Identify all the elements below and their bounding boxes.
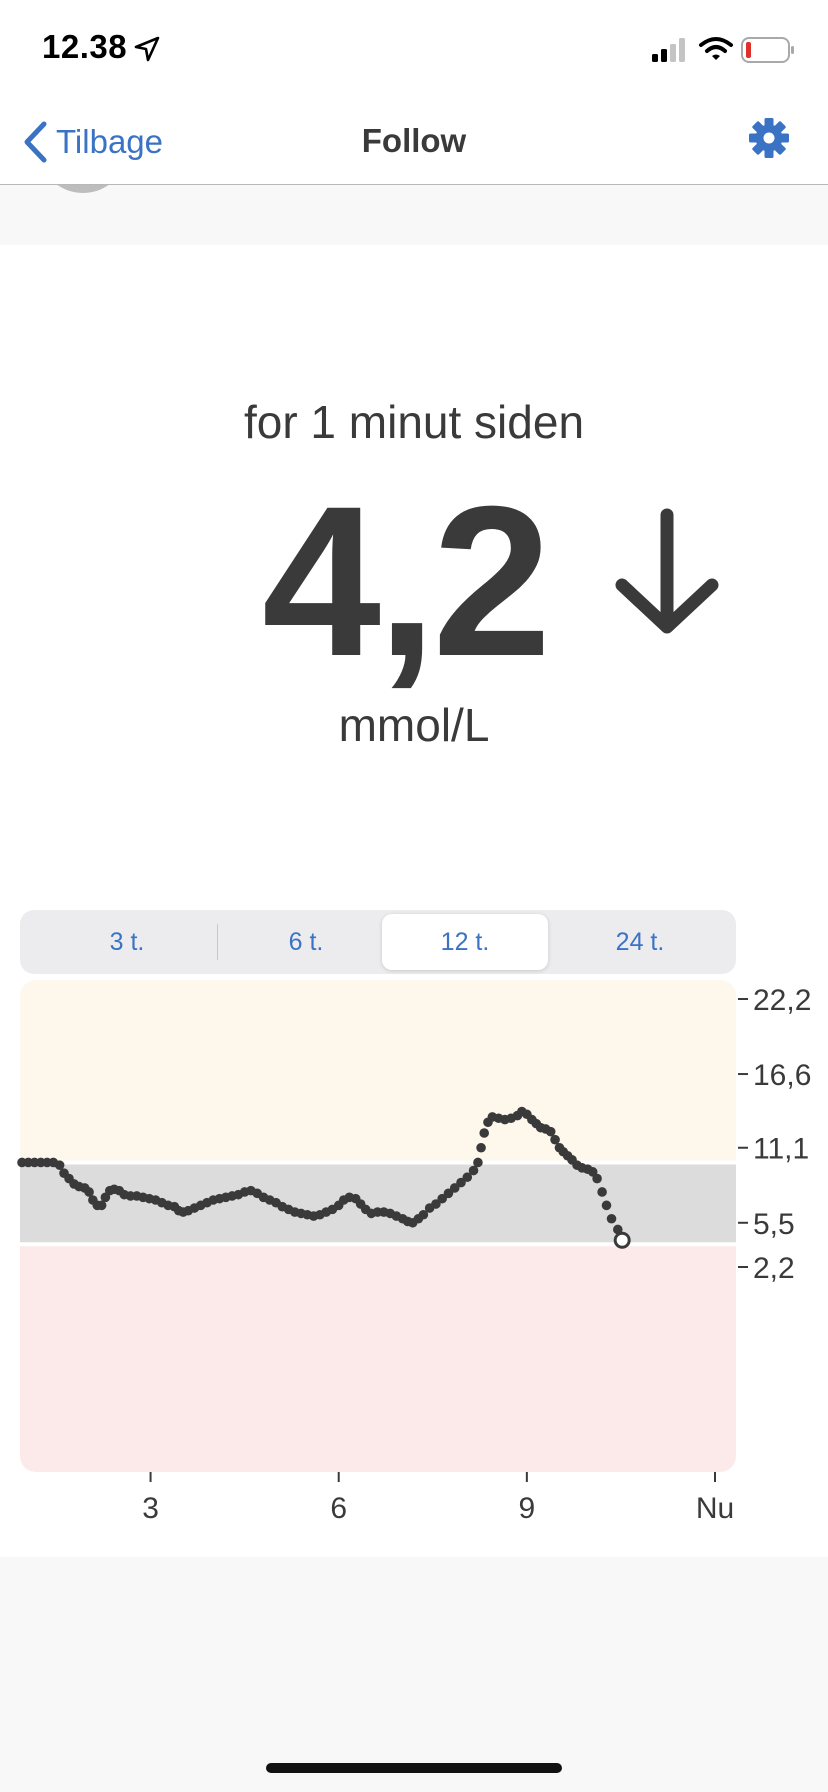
y-tick-label: 22,2 (753, 984, 811, 1017)
navigation-bar: Tilbage Follow (0, 100, 828, 185)
avatar (38, 185, 128, 193)
chevron-left-icon (24, 121, 47, 163)
status-bar: 12.38 (0, 0, 828, 100)
back-button[interactable]: Tilbage (22, 120, 163, 164)
x-tick-label: Nu (696, 1492, 734, 1525)
y-tick-label: 11,1 (753, 1133, 809, 1166)
wifi-icon (699, 37, 733, 60)
x-tick-label: 9 (519, 1492, 536, 1525)
settings-gear-icon[interactable] (749, 118, 789, 158)
battery-low-icon (741, 37, 794, 63)
y-axis: 2,2 5,5 11,1 16,6 22,2 (738, 984, 811, 1285)
last-update-text: for 1 minut siden (243, 396, 585, 448)
x-tick-label: 6 (330, 1492, 347, 1525)
glucose-point (606, 1213, 617, 1224)
glucose-point (476, 1142, 486, 1153)
y-tick-label: 2,2 (753, 1252, 795, 1285)
glucose-point (479, 1128, 490, 1138)
trend-down-arrow-icon (615, 508, 719, 634)
y-tick-label: 5,5 (753, 1208, 795, 1241)
status-time: 12.38 (42, 28, 128, 65)
glucose-point (473, 1157, 483, 1168)
current-reading-point (613, 1231, 631, 1249)
high-zone (20, 980, 736, 1163)
x-axis: 3 6 9 Nu (142, 1472, 734, 1525)
target-range-zone (20, 1162, 736, 1245)
glucose-point (601, 1200, 612, 1211)
glucose-point (597, 1187, 607, 1197)
glucose-point (592, 1173, 602, 1184)
y-tick-label: 16,6 (753, 1059, 811, 1092)
back-label: Tilbage (56, 123, 164, 160)
low-zone (20, 1244, 736, 1472)
cellular-signal-icon (652, 38, 685, 62)
home-indicator[interactable] (266, 1763, 562, 1773)
location-arrow-icon (134, 36, 160, 62)
glucose-chart: 2,2 5,5 11,1 16,6 22,2 3 6 9 Nu (17, 980, 811, 1525)
x-tick-label: 3 (142, 1492, 159, 1525)
glucose-value: 4,2 (262, 462, 551, 701)
